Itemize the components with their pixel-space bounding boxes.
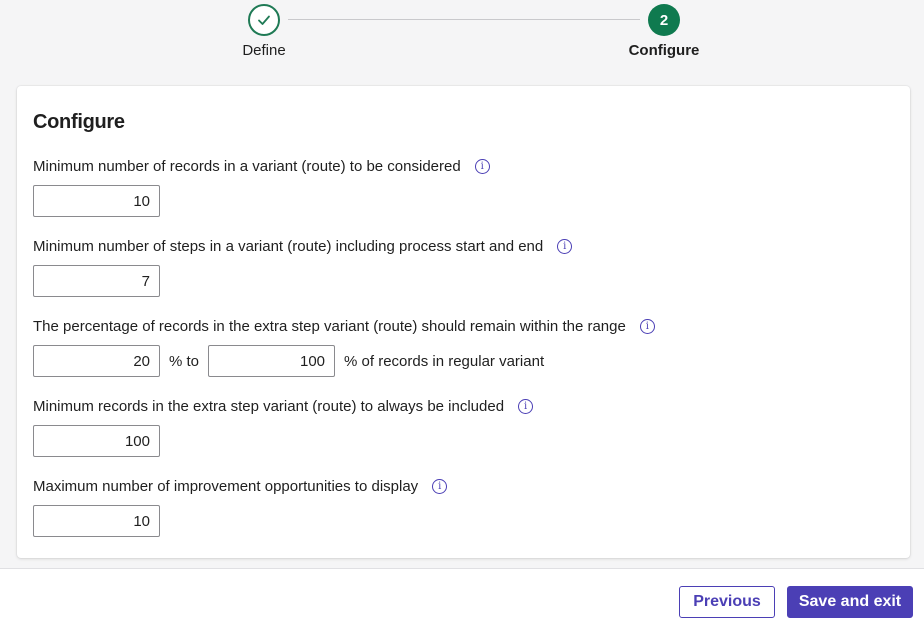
info-icon[interactable]: i — [518, 398, 534, 414]
percentage-to-input[interactable] — [208, 345, 336, 377]
card-title: Configure — [33, 111, 125, 133]
percentage-from-input[interactable] — [33, 345, 160, 377]
info-icon[interactable]: i — [474, 158, 490, 174]
field-label: Minimum number of records in a variant (… — [33, 156, 490, 176]
info-icon[interactable]: i — [557, 238, 573, 254]
max-opportunities-label: Maximum number of improvement opportunit… — [33, 477, 419, 495]
checkmark-icon — [258, 15, 270, 25]
field-percentage-range: The percentage of records in the extra s… — [33, 316, 655, 377]
min-extra-records-input[interactable] — [33, 425, 160, 457]
save-and-exit-button[interactable]: Save and exit — [787, 586, 913, 618]
field-label: Minimum records in the extra step varian… — [33, 396, 534, 416]
step-define-label: Define — [242, 42, 286, 59]
min-records-label: Minimum number of records in a variant (… — [33, 157, 461, 175]
min-steps-label: Minimum number of steps in a variant (ro… — [33, 237, 544, 255]
info-icon[interactable]: i — [639, 318, 655, 334]
field-min-steps: Minimum number of steps in a variant (ro… — [33, 236, 573, 297]
percentage-suffix-text: % of records in regular variant — [344, 352, 545, 370]
percentage-range-label: The percentage of records in the extra s… — [33, 317, 626, 335]
wizard-stepper: Define 2 Configure — [0, 0, 924, 86]
configure-card: Configure Minimum number of records in a… — [17, 86, 910, 558]
step-complete-indicator — [248, 4, 280, 36]
field-label: The percentage of records in the extra s… — [33, 316, 655, 336]
step-number-badge: 2 — [648, 4, 680, 36]
min-extra-records-label: Minimum records in the extra step varian… — [33, 397, 505, 415]
stepper-connector-line — [288, 19, 640, 20]
min-records-input[interactable] — [33, 185, 160, 217]
step-define: Define — [204, 4, 324, 59]
max-opportunities-input[interactable] — [33, 505, 160, 537]
field-min-extra-records: Minimum records in the extra step varian… — [33, 396, 534, 457]
field-label: Maximum number of improvement opportunit… — [33, 476, 448, 496]
percentage-range-row: % to % of records in regular variant — [33, 345, 655, 377]
step-configure: 2 Configure — [604, 4, 724, 59]
field-min-records: Minimum number of records in a variant (… — [33, 156, 490, 217]
field-max-opportunities: Maximum number of improvement opportunit… — [33, 476, 448, 537]
footer-bar: Previous Save and exit — [0, 569, 924, 630]
previous-button[interactable]: Previous — [679, 586, 775, 618]
info-icon[interactable]: i — [432, 478, 448, 494]
percentage-to-text: % to — [169, 352, 200, 370]
min-steps-input[interactable] — [33, 265, 160, 297]
step-configure-label: Configure — [628, 42, 700, 59]
field-label: Minimum number of steps in a variant (ro… — [33, 236, 573, 256]
